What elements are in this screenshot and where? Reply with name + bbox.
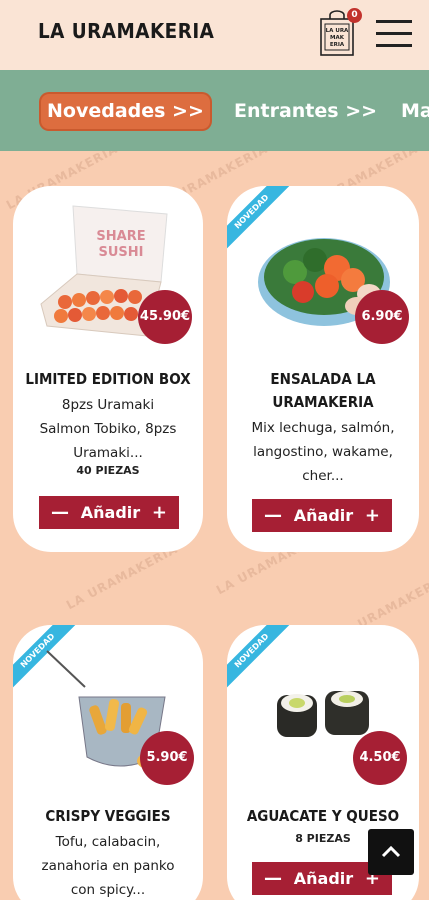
minus-icon[interactable]: — xyxy=(51,502,69,523)
product-name: ENSALADA LA URAMAKERIA xyxy=(270,370,376,411)
price-badge: 4.50€ xyxy=(353,731,407,785)
add-button-label: Añadir xyxy=(80,503,141,522)
product-name: CRISPY VEGGIES xyxy=(45,807,171,825)
site-header: LA URAMAKERIA LA URA MAK ERIA 0 xyxy=(0,0,429,70)
plus-icon[interactable]: + xyxy=(152,502,167,523)
hamburger-menu-icon[interactable] xyxy=(376,20,412,50)
plus-icon[interactable]: + xyxy=(365,505,380,526)
category-nav: Novedades >> Entrantes >> Ma xyxy=(0,70,429,151)
product-description: 8pzs Uramaki Salmon Tobiko, 8pzs Uramaki… xyxy=(39,397,177,461)
minus-icon[interactable]: — xyxy=(264,868,282,889)
watermark-text: LA URAMAKERIA xyxy=(63,541,181,613)
product-description: Mix lechuga, salmón, langostino, wakame,… xyxy=(251,420,395,484)
price-badge: 6.90€ xyxy=(355,290,409,344)
svg-text:SHARE: SHARE xyxy=(96,229,145,244)
cart-count-badge: 0 xyxy=(347,8,362,23)
svg-text:ERIA: ERIA xyxy=(330,42,345,48)
add-to-cart-button[interactable]: — Añadir + xyxy=(252,499,392,532)
minus-icon[interactable]: — xyxy=(264,505,282,526)
add-button-label: Añadir xyxy=(293,506,354,525)
scroll-to-top-button[interactable] xyxy=(368,829,414,875)
add-to-cart-button[interactable]: — Añadir + xyxy=(39,496,179,529)
category-tab-entrantes[interactable]: Entrantes >> xyxy=(234,94,377,129)
price-badge: 5.90€ xyxy=(140,731,194,785)
product-card[interactable]: NOVEDAD 5.90€ CRISPY VEGGIES Tofu, calab… xyxy=(13,625,203,900)
product-name: LIMITED EDITION BOX xyxy=(25,370,191,388)
product-description: Tofu, calabacin, zanahoria en panko con … xyxy=(41,834,175,898)
product-pieces: 40 PIEZAS xyxy=(76,464,140,477)
category-tab-more[interactable]: Ma xyxy=(401,94,429,129)
chevron-up-icon xyxy=(381,845,401,858)
svg-text:LA URA: LA URA xyxy=(326,28,349,34)
svg-text:SUSHI: SUSHI xyxy=(99,245,144,260)
svg-text:MAK: MAK xyxy=(330,35,345,41)
category-tab-novedades[interactable]: Novedades >> xyxy=(41,94,210,129)
add-button-label: Añadir xyxy=(293,869,354,888)
price-badge: 45.90€ xyxy=(138,290,192,344)
novedad-ribbon: NOVEDAD xyxy=(227,625,290,689)
product-card[interactable]: NOVEDAD 6.90€ ENSALADA LA URAMAKERIA Mix… xyxy=(227,186,419,552)
product-name: AGUACATE Y QUESO xyxy=(246,807,400,825)
product-card[interactable]: SHARE SUSHI 45.90€ LIMITED EDITION BOX 8… xyxy=(13,186,203,552)
site-logo[interactable]: LA URAMAKERIA xyxy=(38,19,214,43)
